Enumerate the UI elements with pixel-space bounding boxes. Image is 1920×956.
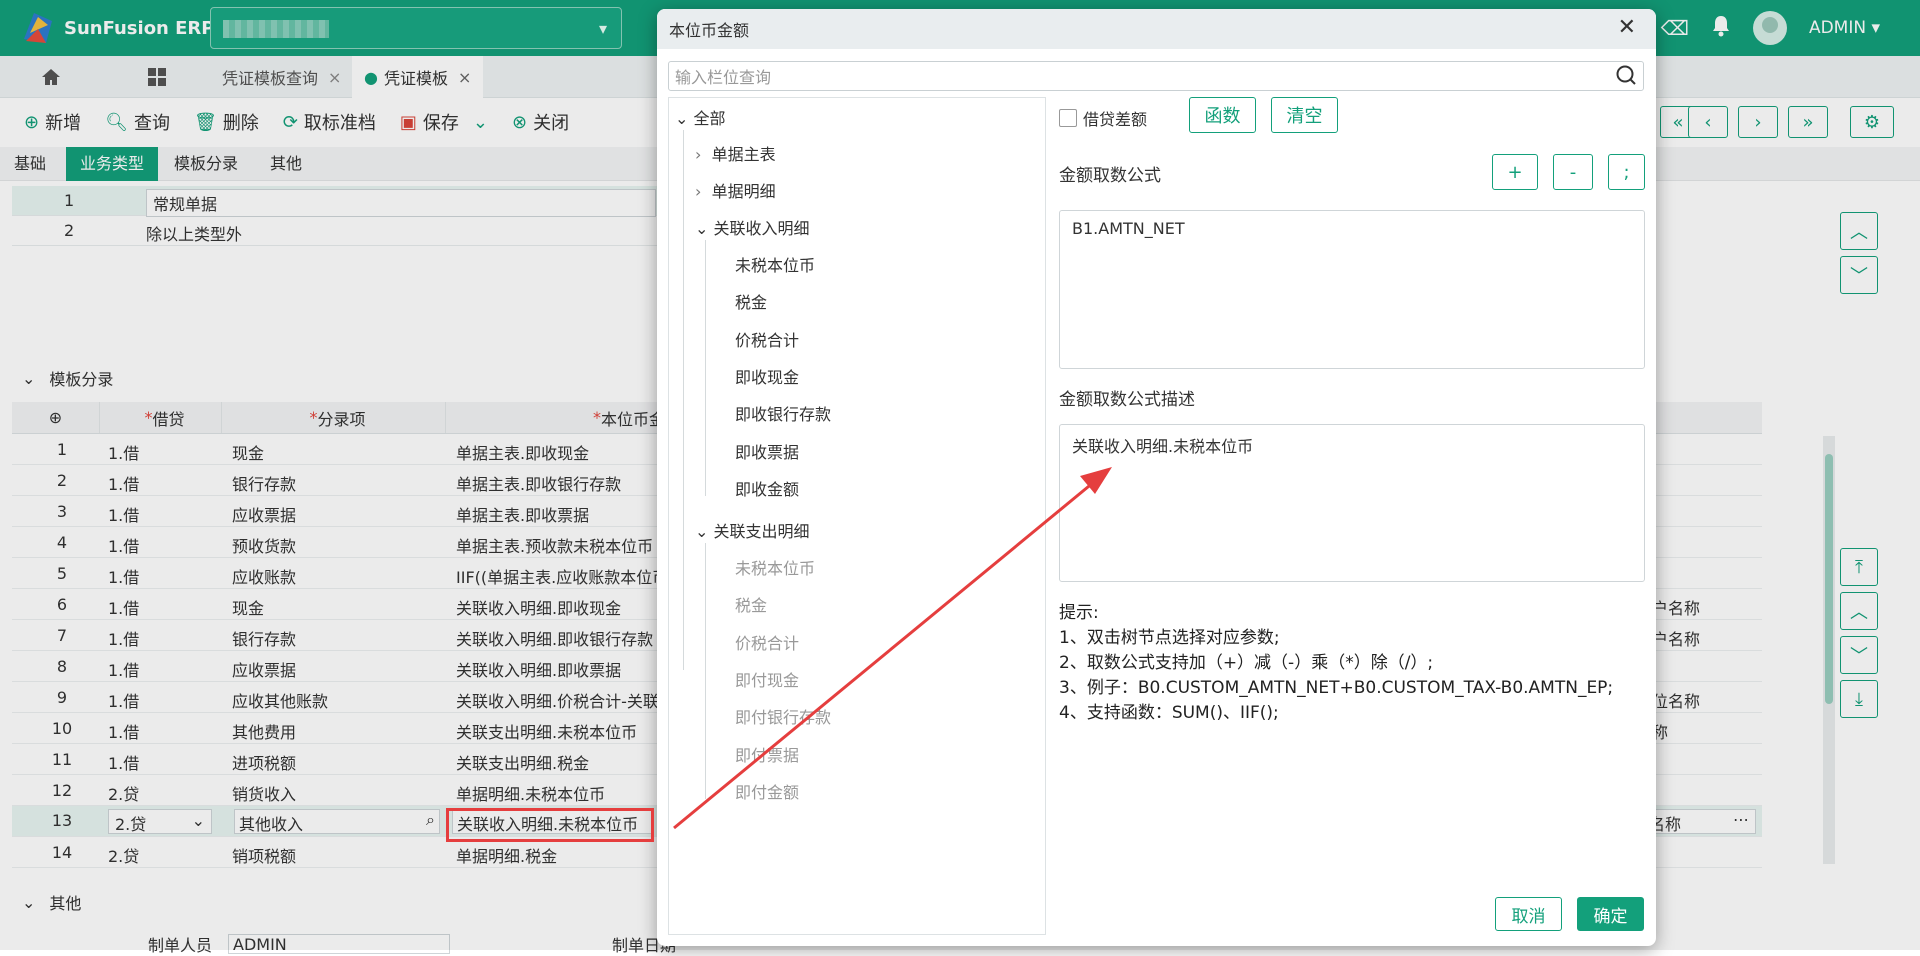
annotation-arrow (673, 467, 1112, 830)
